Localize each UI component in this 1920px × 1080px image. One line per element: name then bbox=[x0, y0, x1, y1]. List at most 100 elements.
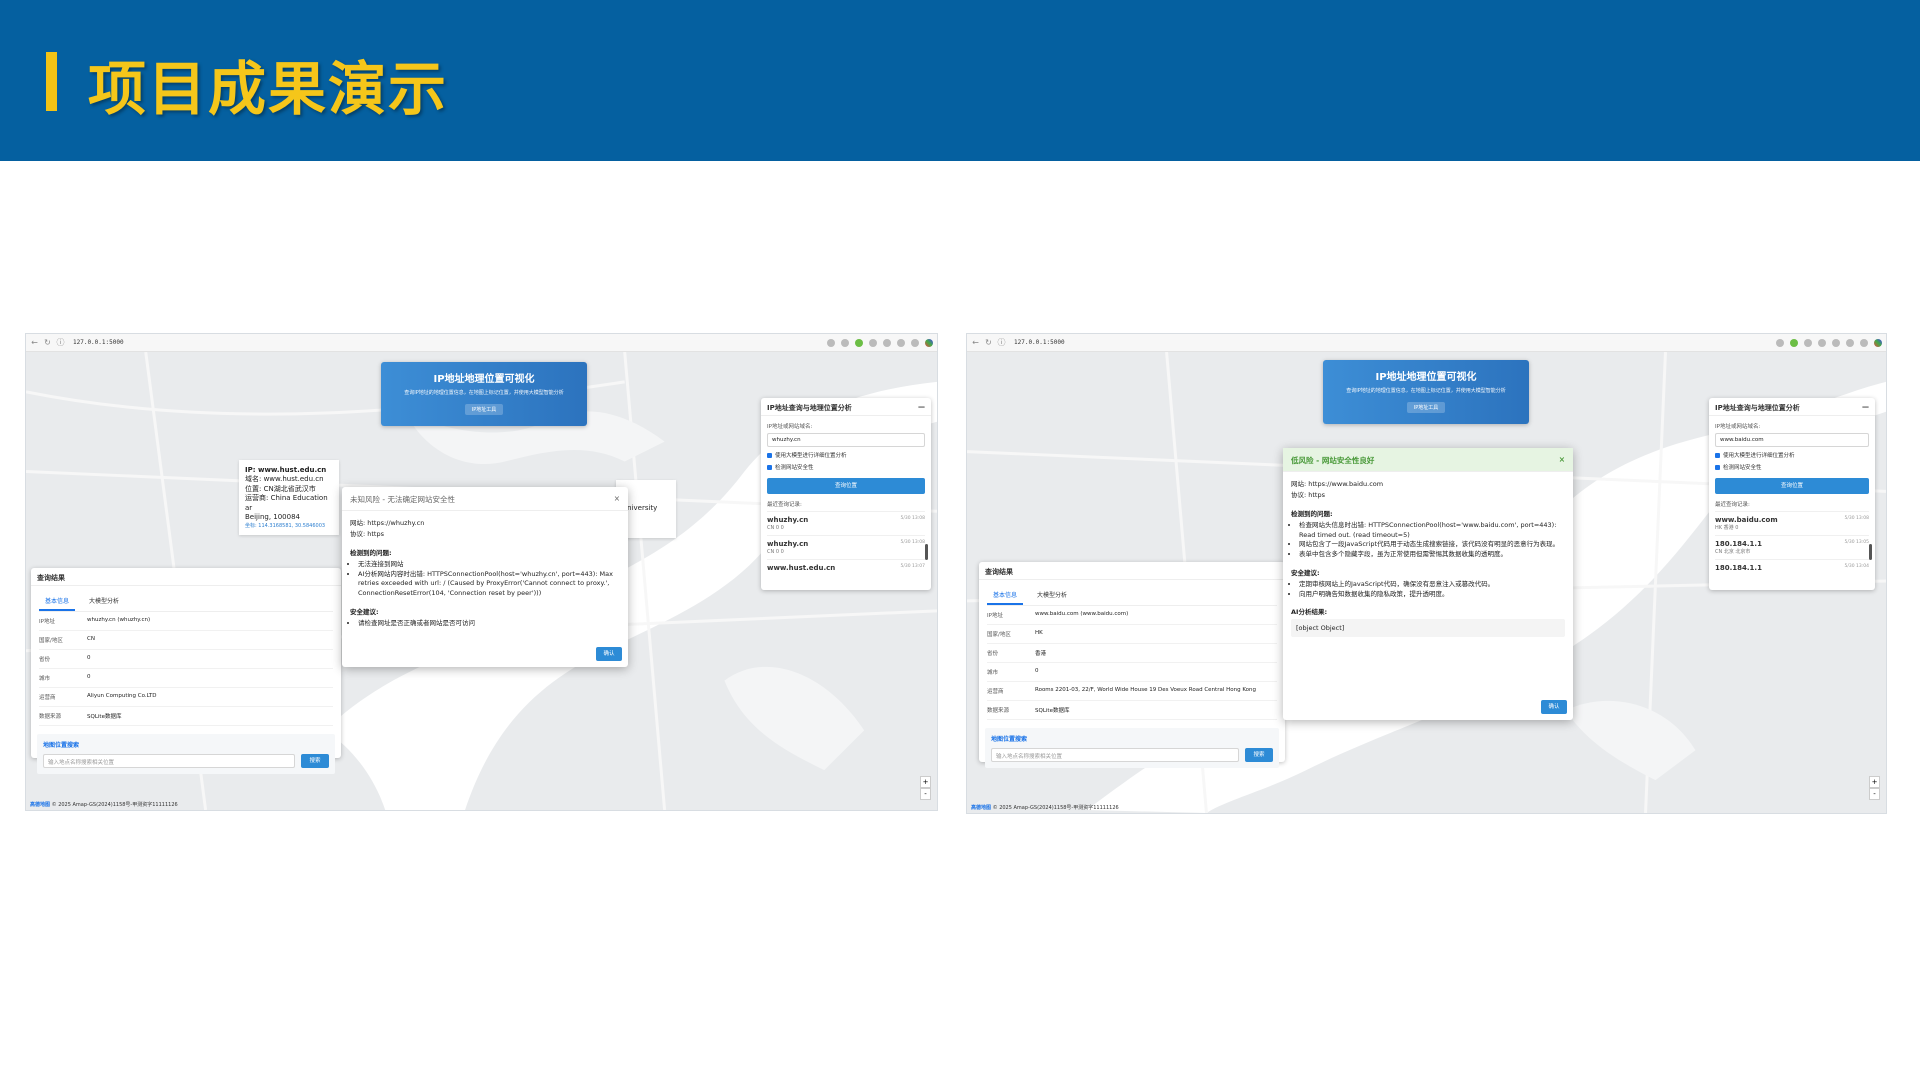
close-icon[interactable]: × bbox=[1559, 455, 1565, 464]
table-row: 城市 0 bbox=[987, 663, 1277, 682]
row-key: 城市 bbox=[39, 676, 51, 682]
map-search-button[interactable]: 搜索 bbox=[1245, 748, 1273, 762]
history-item[interactable]: www.hust.edu.cn 5/30 13:07 bbox=[767, 559, 925, 576]
map-search-button[interactable]: 搜索 bbox=[301, 754, 329, 768]
table-row: IP地址 whuzhy.cn (whuzhy.cn) bbox=[39, 612, 333, 631]
map-canvas[interactable]: IP地址地理位置可视化 查询IP地址的地理位置信息，在地图上标记位置，并使用大模… bbox=[967, 352, 1886, 813]
table-row: 数据来源 SQLite数据库 bbox=[39, 707, 333, 726]
map-footer: 高德地图 © 2025 Amap-GS(2024)1158号-甲测资字11111… bbox=[971, 804, 1119, 811]
browser-toolbar: ← ↻ ⓘ 127.0.0.1:5000 bbox=[26, 334, 937, 352]
modal-title: 低风险 - 网站安全性良好 bbox=[1291, 456, 1375, 465]
checkbox-icon[interactable] bbox=[1715, 464, 1720, 470]
tab-basic[interactable]: 基本信息 bbox=[39, 592, 76, 611]
ip-tool-button[interactable]: IP地址工具 bbox=[1406, 402, 1446, 413]
history-host: 180.184.1.1 bbox=[1715, 564, 1762, 572]
history-sub: CN 0 0 bbox=[767, 549, 784, 555]
row-value: SQLite数据库 bbox=[1035, 708, 1070, 714]
collapse-icon[interactable]: — bbox=[1862, 403, 1869, 411]
security-checkbox[interactable]: 检测网站安全性 bbox=[1715, 463, 1869, 471]
modal-issue: 表单中包含多个隐藏字段，虽为正常使用但需警惕其数据收集的透明度。 bbox=[1299, 550, 1565, 560]
tab-llm[interactable]: 大模型分析 bbox=[83, 592, 125, 611]
history-sub: CN 北京 北京市 bbox=[1715, 549, 1751, 555]
popup-domain: 域名: www.hust.edu.cn bbox=[245, 475, 324, 484]
browser-extensions[interactable] bbox=[1776, 338, 1882, 347]
query-panel: IP地址查询与地理位置分析 — IP地址或网站域名: www.baidu.com … bbox=[1709, 398, 1875, 590]
query-panel: IP地址查询与地理位置分析 — IP地址或网站域名: whuzhy.cn 使用大模… bbox=[761, 398, 931, 590]
table-row: IP地址 www.baidu.com (www.baidu.com) bbox=[987, 606, 1277, 625]
close-icon[interactable]: × bbox=[614, 494, 620, 503]
map-brand: 高德地图 bbox=[971, 805, 992, 811]
zoom-out-button[interactable]: - bbox=[920, 788, 931, 800]
back-icon[interactable]: ← bbox=[30, 338, 39, 347]
refresh-icon[interactable]: ↻ bbox=[984, 338, 993, 347]
map-search-section: 地图位置搜索 输入地点名称搜索相关位置 搜索 bbox=[985, 728, 1279, 768]
map-search-input[interactable]: 输入地点名称搜索相关位置 bbox=[991, 748, 1239, 762]
llm-checkbox[interactable]: 使用大模型进行详细位置分析 bbox=[767, 451, 925, 459]
row-value: 0 bbox=[87, 655, 91, 661]
modal-ai-title: AI分析结果: bbox=[1291, 608, 1328, 617]
browser-extensions[interactable] bbox=[827, 338, 933, 347]
history-sub: CN 0 0 bbox=[767, 525, 784, 531]
history-item[interactable]: whuzhy.cn CN 0 0 5/30 13:08 bbox=[767, 511, 925, 535]
popup-isp: 运营商: China Education ar bbox=[245, 494, 328, 512]
map-copyright: © 2025 Amap-GS(2024)1158号-甲测资字11111126 bbox=[992, 805, 1119, 811]
history-time: 5/30 13:08 bbox=[900, 540, 925, 545]
modal-protocol: 协议: https bbox=[1291, 491, 1325, 500]
modal-advice-title: 安全建议: bbox=[1291, 568, 1320, 577]
history-scrollbar[interactable] bbox=[1869, 544, 1872, 560]
zoom-in-button[interactable]: + bbox=[1869, 776, 1880, 788]
collapse-icon[interactable]: — bbox=[918, 403, 925, 411]
query-panel-title: IP地址查询与地理位置分析 bbox=[1715, 404, 1800, 412]
history-sub: HK 香港 0 bbox=[1715, 525, 1739, 531]
modal-site: 网站: https://whuzhy.cn bbox=[350, 519, 425, 527]
row-key: 国家/地区 bbox=[987, 632, 1011, 638]
results-title: 查询结果 bbox=[37, 574, 65, 582]
checkbox-icon[interactable] bbox=[1715, 452, 1720, 458]
address-bar[interactable]: 127.0.0.1:5000 bbox=[73, 339, 827, 346]
checkbox-icon[interactable] bbox=[767, 464, 772, 470]
modal-ok-button[interactable]: 确认 bbox=[1541, 700, 1567, 714]
map-copyright: © 2025 Amap-GS(2024)1158号-甲测资字11111126 bbox=[51, 802, 178, 808]
history-label: 最近查询记录: bbox=[767, 502, 802, 508]
address-bar[interactable]: 127.0.0.1:5000 bbox=[1014, 339, 1776, 346]
table-row: 省份 0 bbox=[39, 650, 333, 669]
map-search-input[interactable]: 输入地点名称搜索相关位置 bbox=[43, 754, 295, 768]
title-accent-bar bbox=[46, 52, 57, 111]
ip-tool-button[interactable]: IP地址工具 bbox=[464, 404, 504, 415]
checkbox-icon[interactable] bbox=[767, 452, 772, 458]
tab-llm[interactable]: 大模型分析 bbox=[1031, 586, 1073, 605]
lake-shape-2 bbox=[724, 666, 865, 771]
tab-basic[interactable]: 基本信息 bbox=[987, 586, 1024, 605]
row-key: 城市 bbox=[987, 670, 999, 676]
llm-checkbox[interactable]: 使用大模型进行详细位置分析 bbox=[1715, 451, 1869, 459]
popup-location: 位置: CN湖北省武汉市 bbox=[245, 484, 316, 493]
modal-ok-button[interactable]: 确认 bbox=[596, 647, 622, 661]
table-row: 运营商 Aliyun Computing Co.LTD bbox=[39, 688, 333, 707]
row-key: IP地址 bbox=[987, 613, 1003, 619]
query-button[interactable]: 查询位置 bbox=[767, 478, 925, 494]
ip-input[interactable]: whuzhy.cn bbox=[767, 433, 925, 447]
table-row: 数据来源 SQLite数据库 bbox=[987, 701, 1277, 720]
table-row: 国家/地区 CN bbox=[39, 631, 333, 650]
back-icon[interactable]: ← bbox=[971, 338, 980, 347]
security-checkbox[interactable]: 检测网站安全性 bbox=[767, 463, 925, 471]
history-host: www.hust.edu.cn bbox=[767, 564, 836, 572]
zoom-in-button[interactable]: + bbox=[920, 776, 931, 788]
history-item[interactable]: whuzhy.cn CN 0 0 5/30 13:08 bbox=[767, 535, 925, 559]
modal-ai-result: [object Object] bbox=[1291, 619, 1565, 638]
table-row: 城市 0 bbox=[39, 669, 333, 688]
ip-input[interactable]: www.baidu.com bbox=[1715, 433, 1869, 447]
history-item[interactable]: www.baidu.com HK 香港 0 5/30 13:08 bbox=[1715, 511, 1869, 535]
map-canvas[interactable]: IP地址地理位置可视化 查询IP地址的地理位置信息，在地图上标记位置，并使用大模… bbox=[26, 352, 937, 810]
info-icon: ⓘ bbox=[997, 338, 1006, 347]
row-key: 数据来源 bbox=[39, 714, 62, 720]
history-item[interactable]: 180.184.1.1 CN 北京 北京市 5/30 13:05 bbox=[1715, 535, 1869, 559]
modal-issues-title: 检测到的问题: bbox=[350, 548, 392, 557]
history-item[interactable]: 180.184.1.1 5/30 13:04 bbox=[1715, 559, 1869, 576]
row-key: 省份 bbox=[987, 651, 999, 657]
zoom-out-button[interactable]: - bbox=[1869, 788, 1880, 800]
refresh-icon[interactable]: ↻ bbox=[43, 338, 52, 347]
row-value: HK bbox=[1035, 630, 1043, 636]
query-button[interactable]: 查询位置 bbox=[1715, 478, 1869, 494]
history-scrollbar[interactable] bbox=[925, 544, 928, 560]
